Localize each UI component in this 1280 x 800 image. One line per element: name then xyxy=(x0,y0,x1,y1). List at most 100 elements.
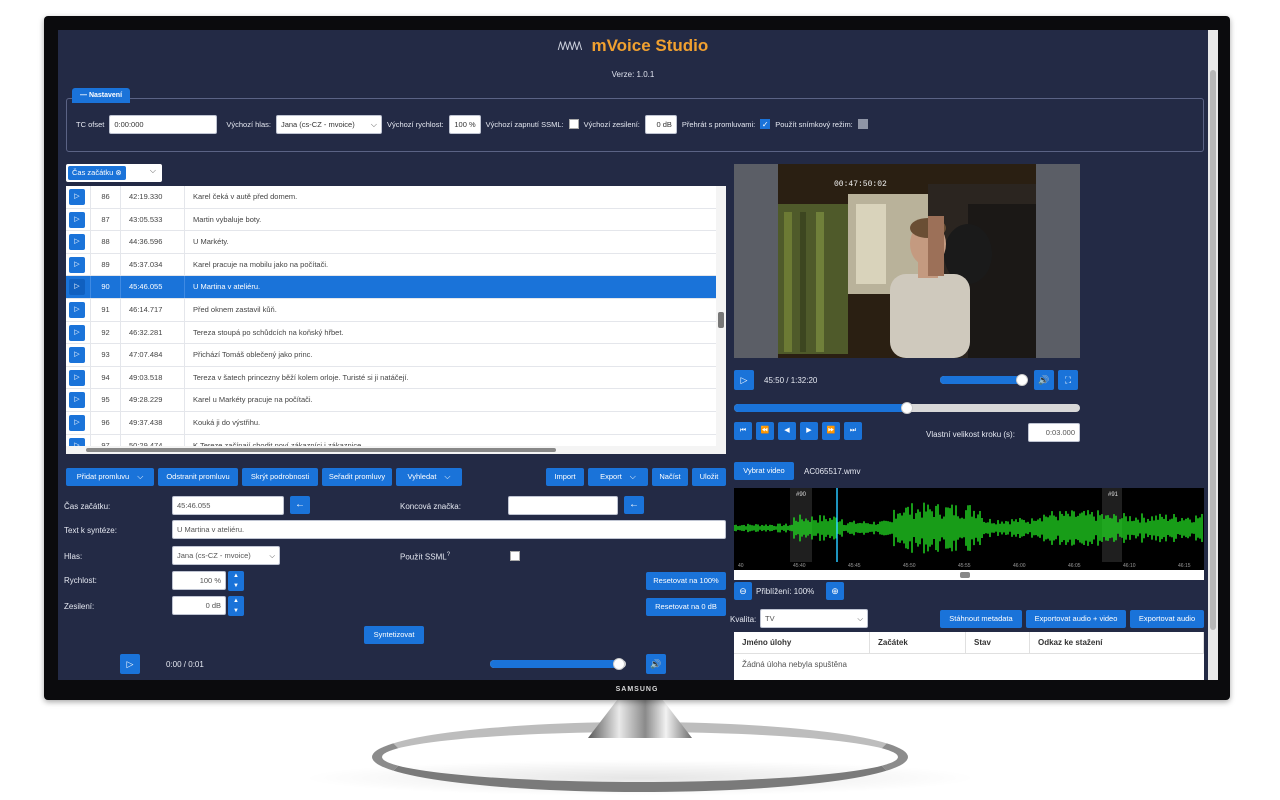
table-row[interactable]: ▷ 93 47:07.484 Přichází Tomáš oblečený jako… xyxy=(66,344,716,367)
table-row[interactable]: ▷ 90 45:46.055 U Martina v ateliéru. xyxy=(66,276,716,299)
table-row[interactable]: ▷ 94 49:03.518 Tereza v šatech princezny bě… xyxy=(66,366,716,390)
play-icon[interactable]: ▷ xyxy=(69,256,85,273)
video-player[interactable]: 00:47:50:02 xyxy=(734,164,1080,358)
set-end-arrow-button[interactable]: ← xyxy=(624,496,644,514)
end-mark-input[interactable] xyxy=(508,496,618,515)
import-button[interactable]: Import xyxy=(546,468,584,486)
rewind-icon: ⏪ xyxy=(760,427,770,434)
default-speed-input[interactable]: 100 % xyxy=(448,114,481,134)
fullscreen-button[interactable]: ⛶ xyxy=(1058,370,1078,390)
zoom-out-button[interactable]: ⊖ xyxy=(734,582,752,600)
voice-select[interactable]: Jana (cs-CZ - mvoice) ⌵ xyxy=(172,546,280,565)
play-icon[interactable]: ▷ xyxy=(69,189,85,205)
play-icon[interactable]: ▷ xyxy=(69,211,85,228)
video-progress-knob[interactable] xyxy=(901,402,913,414)
add-utterance-button[interactable]: Přidat promluvu ⌵ xyxy=(66,468,154,486)
waveform-scrollbar[interactable] xyxy=(734,570,1204,580)
gain-stepper[interactable]: ▲ ▼ xyxy=(228,596,244,616)
step-forward-button[interactable]: ▶ xyxy=(800,422,818,440)
table-row[interactable]: ▷ 95 49:28.229 Karel u Markéty pracuje na p… xyxy=(66,389,716,412)
list-hscroll-thumb[interactable] xyxy=(86,448,556,452)
close-circle-icon[interactable]: ⊗ xyxy=(115,168,121,177)
load-button[interactable]: Načíst xyxy=(652,468,688,486)
export-audio-video-button[interactable]: Exportovat audio + video xyxy=(1026,610,1126,628)
speed-stepper[interactable]: ▲ ▼ xyxy=(228,571,244,591)
default-ssml-label: Výchozí zapnutí SSML: xyxy=(485,119,564,129)
table-row[interactable]: ▷ 96 49:37.438 Kouká ji do výstřihu. xyxy=(66,412,716,435)
video-progress-slider[interactable] xyxy=(734,402,1080,414)
gain-input[interactable]: 0 dB xyxy=(172,596,226,615)
row-number: 86 xyxy=(90,186,120,208)
table-row[interactable]: ▷ 92 46:32.281 Tereza stoupá po schůdcích n… xyxy=(66,321,716,345)
skip-start-button[interactable]: ⏮ xyxy=(734,422,752,440)
table-row[interactable]: ▷ 87 43:05.533 Martin vybaluje boty. xyxy=(66,208,716,232)
table-row[interactable]: ▷ 89 45:37.034 Karel pracuje na mobilu jako… xyxy=(66,253,716,277)
sort-utterances-button[interactable]: Seřadit promluvy xyxy=(322,468,392,486)
audio-volume-knob[interactable] xyxy=(613,658,626,670)
quality-select[interactable]: TV ⌵ xyxy=(760,609,868,628)
skip-end-button[interactable]: ⏭ xyxy=(844,422,862,440)
page-scrollbar-thumb[interactable] xyxy=(1210,70,1216,630)
use-ssml-checkbox[interactable] xyxy=(510,551,520,561)
speed-input[interactable]: 100 % xyxy=(172,571,226,590)
help-icon[interactable]: ? xyxy=(447,552,450,558)
default-voice-select[interactable]: Jana (cs-CZ - mvoice) ⌵ xyxy=(275,114,382,134)
export-button[interactable]: Export ⌵ xyxy=(588,468,648,486)
play-icon[interactable]: ▷ xyxy=(69,302,85,318)
remove-utterance-button[interactable]: Odstranit promluvu xyxy=(158,468,238,486)
zoom-in-button[interactable]: ⊕ xyxy=(826,582,844,600)
play-icon[interactable]: ▷ xyxy=(69,415,85,431)
waveform-scroll-thumb[interactable] xyxy=(960,572,970,578)
synthesize-button[interactable]: Syntetizovat xyxy=(364,626,424,644)
tc-offset-input[interactable]: 0:00:000 xyxy=(109,114,218,134)
chevron-down-icon[interactable]: ▼ xyxy=(233,608,239,614)
video-volume-button[interactable]: 🔊 xyxy=(1034,370,1054,390)
frame-mode-checkbox[interactable] xyxy=(857,119,868,129)
video-volume-slider[interactable] xyxy=(940,374,1028,386)
play-icon[interactable]: ▷ xyxy=(69,347,85,364)
hide-details-button[interactable]: Skrýt podrobnosti xyxy=(242,468,318,486)
audio-volume-button[interactable]: 🔊 xyxy=(646,654,666,674)
sort-select[interactable]: Čas začátku ⊗ ⌵ xyxy=(66,164,162,182)
play-icon[interactable]: ▷ xyxy=(69,234,85,251)
play-button[interactable]: ▷ xyxy=(120,654,140,674)
sort-chip[interactable]: Čas začátku ⊗ xyxy=(68,166,126,180)
video-play-button[interactable]: ▷ xyxy=(734,370,754,390)
download-metadata-button[interactable]: Stáhnout metadata xyxy=(940,610,1022,628)
waveform-view[interactable]: #90 #91 40 45:40 45:45 45:50 45:55 46:00 46:05 46… xyxy=(734,488,1204,570)
step-size-input[interactable]: 0:03.000 xyxy=(1028,423,1080,442)
table-row[interactable]: ▷ 86 42:19.330 Karel čeká v autě před domem… xyxy=(66,186,716,209)
chevron-up-icon[interactable]: ▲ xyxy=(233,573,239,579)
video-volume-knob[interactable] xyxy=(1015,374,1028,386)
list-horizontal-scrollbar[interactable] xyxy=(66,446,726,454)
audio-volume-slider[interactable] xyxy=(490,658,626,670)
play-icon[interactable]: ▷ xyxy=(69,279,85,296)
page-scrollbar[interactable] xyxy=(1208,30,1218,680)
row-start-time: 49:37.438 xyxy=(120,412,184,434)
chevron-down-icon[interactable]: ▼ xyxy=(233,583,239,589)
table-row[interactable]: ▷ 88 44:36.596 U Markéty. xyxy=(66,231,716,254)
reset-gain-button[interactable]: Resetovat na 0 dB xyxy=(646,598,726,616)
play-with-utterances-checkbox[interactable]: ✓ xyxy=(760,119,771,129)
select-video-button[interactable]: Vybrat video xyxy=(734,462,794,480)
set-start-arrow-button[interactable]: ← xyxy=(290,496,310,514)
save-button[interactable]: Uložit xyxy=(692,468,726,486)
list-scroll-thumb[interactable] xyxy=(718,312,724,328)
default-gain-input[interactable]: 0 dB xyxy=(644,114,677,134)
reset-speed-button[interactable]: Resetovat na 100% xyxy=(646,572,726,590)
play-icon[interactable]: ▷ xyxy=(69,392,85,409)
start-time-input[interactable]: 45:46.055 xyxy=(172,496,284,515)
play-icon[interactable]: ▷ xyxy=(69,369,85,386)
synthesis-text-input[interactable]: U Martina v ateliéru. xyxy=(172,520,726,539)
rewind-button[interactable]: ⏪ xyxy=(756,422,774,440)
export-audio-button[interactable]: Exportovat audio xyxy=(1130,610,1204,628)
step-back-button[interactable]: ◀ xyxy=(778,422,796,440)
play-icon[interactable]: ▷ xyxy=(69,324,85,341)
fast-forward-button[interactable]: ⏩ xyxy=(822,422,840,440)
search-button[interactable]: Vyhledat ⌵ xyxy=(396,468,462,486)
table-row[interactable]: ▷ 91 46:14.717 Před oknem zastavil kůň. xyxy=(66,299,716,322)
list-vertical-scrollbar[interactable] xyxy=(716,186,726,454)
default-ssml-checkbox[interactable] xyxy=(568,119,579,129)
settings-toggle-tab[interactable]: — Nastavení xyxy=(72,88,131,103)
chevron-up-icon[interactable]: ▲ xyxy=(233,598,239,604)
